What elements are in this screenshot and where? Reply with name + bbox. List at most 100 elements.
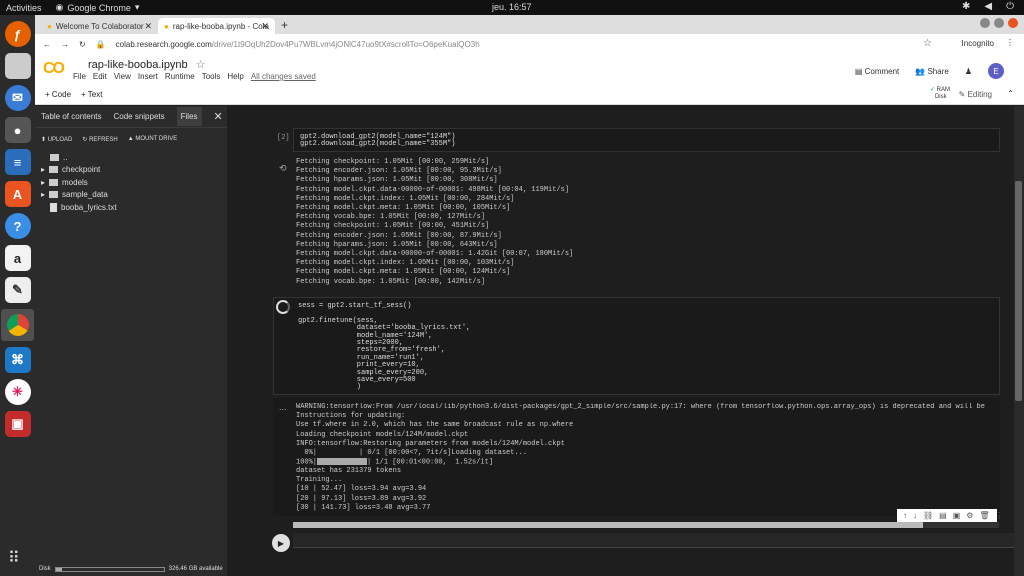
files-icon[interactable]	[4, 53, 31, 79]
link-icon[interactable]: ⛓	[923, 511, 933, 520]
tree-item[interactable]: ..	[35, 151, 227, 164]
delete-icon[interactable]: 🗑	[979, 511, 989, 520]
expand-icon[interactable]: ▸	[41, 178, 45, 187]
activities-button[interactable]: Activities	[6, 3, 42, 13]
terminal-app-icon[interactable]: ▣	[4, 411, 31, 437]
url-bar[interactable]: colab.research.google.com/drive/1t9OqUh2…	[116, 40, 480, 49]
avatar[interactable]: E	[988, 63, 1004, 79]
writer-icon[interactable]: ≡	[4, 149, 31, 175]
slack-icon[interactable]: ✳	[4, 379, 31, 405]
refresh-button[interactable]: ↻ REFRESH	[82, 136, 117, 143]
notebook-toolbar: + Code + Text ✓ RAM Disk ✎ Editing ⌃	[35, 85, 1024, 105]
star-icon[interactable]: ☆	[196, 59, 206, 71]
settings-icon[interactable]: ♟	[965, 67, 972, 76]
horizontal-scrollbar[interactable]	[293, 522, 999, 528]
move-down-icon[interactable]: ↓	[913, 511, 917, 520]
software-icon[interactable]: A	[4, 181, 31, 207]
tab-strip: ● Welcome To Colaborator ✕ ● rap-like-booba…	[35, 15, 1024, 34]
disk-available: 326.46 GB available	[168, 566, 223, 572]
save-status[interactable]: All changes saved	[251, 72, 316, 81]
reload-icon[interactable]: ↻	[79, 40, 86, 49]
output-menu-icon[interactable]: ...	[279, 402, 287, 412]
notebook-title[interactable]: rap-like-booba.ipynb	[88, 59, 188, 71]
tree-item[interactable]: booba_lyrics.txt	[35, 201, 227, 214]
add-code-button[interactable]: + Code	[45, 90, 71, 99]
tab-notebook[interactable]: ● rap-like-booba.ipynb - Cola ✕	[158, 18, 275, 34]
colab-logo[interactable]: CO	[43, 60, 67, 78]
show-apps-icon[interactable]: ⠿	[8, 548, 20, 568]
tree-item[interactable]: ▸ checkpoint	[35, 164, 227, 177]
code-cell[interactable]: sess = gpt2.start_tf_sess() gpt2.finetun…	[273, 297, 1000, 395]
menu-edit[interactable]: Edit	[93, 72, 107, 81]
move-up-icon[interactable]: ↑	[903, 511, 907, 520]
more-menu-icon[interactable]: ⋮	[1006, 38, 1014, 47]
cell-code[interactable]: gpt2.download_gpt2(model_name="124M") gp…	[300, 133, 993, 149]
rhythmbox-icon[interactable]: ●	[4, 117, 31, 143]
close-window-button[interactable]	[1008, 18, 1018, 28]
menu-file[interactable]: File	[73, 72, 86, 81]
forward-icon[interactable]: →	[61, 40, 69, 49]
comment-button[interactable]: ▤ Comment	[855, 67, 899, 76]
output-toggle-icon[interactable]: ⟲	[279, 163, 287, 174]
new-tab-button[interactable]: +	[281, 18, 288, 34]
amazon-icon[interactable]: a	[4, 245, 31, 271]
notes-icon[interactable]: ✎	[4, 277, 31, 303]
tree-item[interactable]: ▸ sample_data	[35, 189, 227, 202]
close-sidebar-icon[interactable]: ✕	[214, 110, 223, 123]
scrollbar-thumb[interactable]	[1015, 181, 1022, 401]
expand-icon[interactable]: ▸	[41, 190, 45, 199]
resource-monitor[interactable]: ✓ RAM Disk	[930, 87, 950, 101]
thunderbird-icon[interactable]: ✉	[4, 85, 31, 111]
tree-item[interactable]: ▸ models	[35, 176, 227, 189]
close-tab-icon[interactable]: ✕	[144, 21, 152, 32]
vscode-icon[interactable]: ⌘	[4, 347, 31, 373]
incognito-label[interactable]: Incognito	[962, 39, 994, 48]
tab-welcome[interactable]: ● Welcome To Colaborator ✕	[41, 18, 158, 34]
expand-icon[interactable]: ▸	[41, 165, 45, 174]
vertical-scrollbar[interactable]	[1014, 106, 1024, 576]
add-text-button[interactable]: + Text	[81, 90, 102, 99]
firefox-icon[interactable]: ƒ	[4, 21, 31, 47]
menu-runtime[interactable]: Runtime	[165, 72, 195, 81]
more-icon[interactable]: ⋮	[996, 511, 1004, 520]
edit-icon[interactable]: ▣	[953, 511, 961, 520]
scrollbar-thumb[interactable]	[293, 522, 923, 528]
progress-percent: 100%|	[296, 458, 318, 467]
menu-tools[interactable]: Tools	[202, 72, 221, 81]
mount-drive-button[interactable]: ▲ MOUNT DRIVE	[128, 136, 178, 143]
menu-view[interactable]: View	[114, 72, 131, 81]
volume-icon: ◀	[984, 1, 993, 12]
menu-help[interactable]: Help	[227, 72, 243, 81]
system-tray[interactable]: ✱ ◀ ⏻	[962, 1, 1014, 12]
cell-output: WARNING:tensorflow:From /usr/local/lib/p…	[296, 403, 985, 448]
cell-code[interactable]: sess = gpt2.start_tf_sess() gpt2.finetun…	[298, 302, 975, 392]
upload-button[interactable]: ⬆ UPLOAD	[41, 136, 72, 143]
help-icon[interactable]: ?	[4, 213, 31, 239]
tree-label: booba_lyrics.txt	[61, 202, 117, 212]
upload-label: UPLOAD	[47, 137, 73, 143]
minimize-button[interactable]	[980, 18, 990, 28]
run-cell-button[interactable]: ▶	[272, 534, 290, 552]
editing-mode[interactable]: ✎ Editing	[959, 90, 992, 99]
gear-icon[interactable]: ⚙	[966, 511, 973, 520]
bookmark-star-icon[interactable]: ☆	[923, 38, 932, 49]
comment-icon[interactable]: ▤	[939, 511, 947, 520]
tab-code-snippets[interactable]: Code snippets	[113, 112, 164, 121]
code-cell[interactable]: gpt2.download_gpt2(model_name="124M") gp…	[293, 128, 1000, 152]
empty-code-cell[interactable]	[293, 533, 1020, 548]
maximize-button[interactable]	[994, 18, 1004, 28]
close-tab-icon[interactable]: ✕	[261, 21, 269, 32]
file-icon	[50, 202, 57, 212]
clock[interactable]: jeu. 16:57	[492, 2, 532, 12]
window-controls	[980, 18, 1018, 28]
tab-files[interactable]: Files	[176, 107, 202, 126]
tab-table-of-contents[interactable]: Table of contents	[41, 112, 101, 121]
menu-insert[interactable]: Insert	[138, 72, 158, 81]
collapse-icon[interactable]: ⌃	[1007, 89, 1014, 98]
progress-stats: | 1/1 [00:01<00:00, 1.52s/it]	[367, 458, 494, 467]
running-spinner-icon[interactable]	[276, 300, 290, 314]
back-icon[interactable]: ←	[43, 40, 51, 49]
chrome-dock-icon[interactable]	[1, 309, 34, 341]
share-button[interactable]: 👥 Share	[915, 67, 949, 76]
app-menu[interactable]: ◉ Google Chrome ▾	[56, 2, 140, 13]
